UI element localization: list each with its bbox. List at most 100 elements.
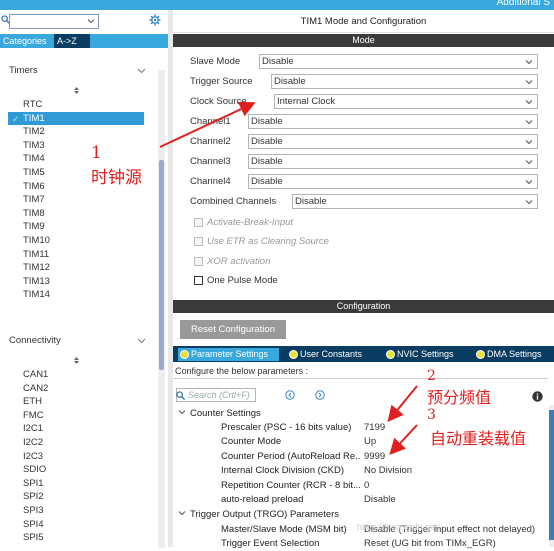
- param-key: Repetition Counter (RCR - 8 bit...: [221, 479, 361, 491]
- tab-label: DMA Settings: [487, 349, 542, 359]
- trgo-group[interactable]: Trigger Output (TRGO) Parameters: [178, 509, 339, 520]
- timer-item-tim7[interactable]: TIM7: [23, 193, 45, 206]
- tab-parameter-settings[interactable]: Parameter Settings: [178, 348, 279, 361]
- checkbox-row[interactable]: One Pulse Mode: [194, 274, 394, 288]
- connectivity-item-i2c2[interactable]: I2C2: [23, 436, 43, 449]
- tab-categories[interactable]: Categories: [0, 34, 52, 48]
- mode-field-select[interactable]: Disable: [248, 174, 538, 189]
- timer-item-tim1[interactable]: ✓ TIM1: [8, 111, 144, 125]
- param-key: Master/Slave Mode (MSM bit): [221, 524, 347, 535]
- chevron-down-icon[interactable]: [87, 17, 95, 25]
- connectivity-item-spi1[interactable]: SPI1: [23, 477, 44, 490]
- param-value[interactable]: 0: [364, 480, 369, 491]
- select-value: Disable: [251, 156, 283, 167]
- params-scrollbar[interactable]: [549, 405, 554, 547]
- param-key: Internal Clock Division (CKD): [221, 465, 345, 477]
- tab-a-to-z[interactable]: A->Z: [54, 34, 90, 48]
- chevron-down-icon[interactable]: [525, 58, 533, 66]
- param-key: Trigger Event Selection: [221, 538, 320, 550]
- connectivity-item-i2c1[interactable]: I2C1: [23, 422, 43, 435]
- timer-item-tim4[interactable]: TIM4: [23, 152, 45, 165]
- chevron-down-icon[interactable]: [525, 158, 533, 166]
- connectivity-item-fmc[interactable]: FMC: [23, 409, 44, 422]
- search-input[interactable]: [9, 14, 99, 29]
- next-icon[interactable]: [315, 390, 325, 400]
- timer-item-tim5[interactable]: TIM5: [23, 166, 45, 179]
- info-icon[interactable]: [532, 391, 543, 402]
- checkbox-row: XOR activation: [194, 255, 394, 269]
- connectivity-item-can1[interactable]: CAN1: [23, 368, 48, 381]
- param-value[interactable]: Up: [364, 436, 376, 447]
- param-row[interactable]: Repetition Counter (RCR - 8 bit... 0: [221, 479, 551, 493]
- chevron-down-icon[interactable]: [525, 98, 533, 106]
- tab-user-constants[interactable]: User Constants: [287, 348, 375, 361]
- timer-item-tim10[interactable]: TIM10: [23, 234, 50, 247]
- chevron-down-icon[interactable]: [525, 118, 533, 126]
- annotation-1-number: 1: [91, 143, 102, 163]
- chevron-down-icon[interactable]: [525, 198, 533, 206]
- sort-icon[interactable]: [74, 87, 79, 94]
- checkbox[interactable]: [194, 276, 203, 285]
- timer-item-tim2[interactable]: TIM2: [23, 125, 45, 138]
- tab-nvic-settings[interactable]: NVIC Settings: [384, 348, 464, 361]
- connectivity-item-can2[interactable]: CAN2: [23, 382, 48, 395]
- chevron-down-icon[interactable]: [178, 509, 186, 517]
- reset-configuration-button[interactable]: Reset Configuration: [180, 320, 286, 339]
- scrollbar-thumb[interactable]: [549, 410, 554, 540]
- timers-label: Timers: [9, 65, 38, 76]
- timer-item-rtc[interactable]: RTC: [23, 98, 42, 111]
- param-row[interactable]: auto-reload preload Disable: [221, 493, 551, 507]
- mode-field-select[interactable]: Disable: [292, 194, 538, 209]
- connectivity-item-spi3[interactable]: SPI3: [23, 504, 44, 517]
- connectivity-item-spi5[interactable]: SPI5: [23, 531, 44, 544]
- connectivity-item-spi2[interactable]: SPI2: [23, 490, 44, 503]
- mode-field-select[interactable]: Disable: [271, 74, 538, 89]
- chevron-down-icon[interactable]: [525, 178, 533, 186]
- timer-item-tim9[interactable]: TIM9: [23, 220, 45, 233]
- timer-item-tim14[interactable]: TIM14: [23, 288, 50, 301]
- timer-item-tim13[interactable]: TIM13: [23, 275, 50, 288]
- checkbox-row: Activate-Break-Input: [194, 216, 394, 230]
- timer-item-tim3[interactable]: TIM3: [23, 139, 45, 152]
- counter-settings-group[interactable]: Counter Settings: [178, 408, 261, 419]
- tab-dma-settings[interactable]: DMA Settings: [474, 348, 552, 361]
- param-row[interactable]: Internal Clock Division (CKD) No Division: [221, 464, 551, 478]
- gear-icon[interactable]: [149, 14, 161, 26]
- timer-item-tim12[interactable]: TIM12: [23, 261, 50, 274]
- select-value: Disable: [274, 76, 306, 87]
- connectivity-item-i2c3[interactable]: I2C3: [23, 450, 43, 463]
- connectivity-item-sdio[interactable]: SDIO: [23, 463, 46, 476]
- chevron-down-icon[interactable]: [525, 78, 533, 86]
- chevron-down-icon[interactable]: [525, 138, 533, 146]
- mode-field-select[interactable]: Disable: [259, 54, 538, 69]
- mode-field-label: Slave Mode: [190, 56, 241, 67]
- checkbox-label: Activate-Break-Input: [207, 217, 294, 228]
- timer-item-tim6[interactable]: TIM6: [23, 180, 45, 193]
- chevron-down-icon[interactable]: [137, 336, 146, 345]
- mode-field-select[interactable]: Disable: [248, 154, 538, 169]
- connectivity-item-eth[interactable]: ETH: [23, 395, 42, 408]
- param-key: auto-reload preload: [221, 494, 304, 505]
- mode-field-select[interactable]: Internal Clock: [274, 94, 538, 109]
- chevron-down-icon[interactable]: [137, 66, 146, 75]
- timers-section-header[interactable]: Timers: [0, 60, 158, 82]
- params-search-input[interactable]: Search (Crtl+F): [176, 388, 256, 402]
- param-value[interactable]: No Division: [364, 465, 412, 476]
- sort-icon[interactable]: [74, 357, 79, 364]
- scrollbar-thumb[interactable]: [159, 160, 164, 370]
- param-row[interactable]: Counter Period (AutoReload Re... 9999: [221, 450, 551, 464]
- param-value[interactable]: Reset (UG bit from TIMx_EGR): [364, 538, 496, 549]
- left-scrollbar[interactable]: [158, 70, 165, 548]
- param-row[interactable]: Trigger Event Selection Reset (UG bit fro…: [221, 537, 551, 551]
- chevron-down-icon[interactable]: [178, 408, 186, 416]
- connectivity-section-header[interactable]: Connectivity: [0, 330, 158, 352]
- previous-icon[interactable]: [285, 390, 295, 400]
- param-value[interactable]: 9999: [364, 451, 385, 462]
- mode-field-select[interactable]: Disable: [248, 114, 538, 129]
- timer-item-tim8[interactable]: TIM8: [23, 207, 45, 220]
- mode-field-select[interactable]: Disable: [248, 134, 538, 149]
- param-value[interactable]: Disable: [364, 494, 396, 505]
- param-value[interactable]: 7199: [364, 422, 385, 433]
- timer-item-tim11[interactable]: TIM11: [23, 248, 49, 261]
- connectivity-item-spi4[interactable]: SPI4: [23, 518, 44, 531]
